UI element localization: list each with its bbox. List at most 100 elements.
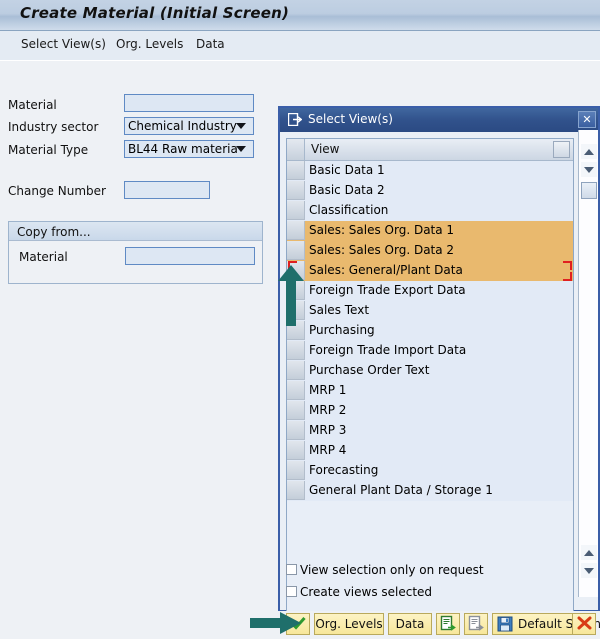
data-button[interactable]: Data: [388, 613, 432, 635]
checkbox-create-views-selected[interactable]: Create views selected: [286, 585, 432, 599]
views-scrollbar[interactable]: [578, 130, 598, 597]
table-row[interactable]: Sales Text: [287, 301, 573, 321]
view-name-label: Foreign Trade Import Data: [309, 343, 466, 357]
view-name-label: General Plant Data / Storage 1: [309, 483, 493, 497]
focus-bracket: [563, 272, 572, 281]
row-selector-cell[interactable]: [287, 481, 305, 500]
scrollbar-thumb[interactable]: [581, 182, 597, 199]
table-row[interactable]: Basic Data 2: [287, 181, 573, 201]
view-name-label: Foreign Trade Export Data: [309, 283, 466, 297]
teal-arrow-right: [250, 612, 302, 634]
menu-item-data[interactable]: Data: [196, 37, 225, 51]
table-row[interactable]: Forecasting: [287, 461, 573, 481]
table-row[interactable]: Sales: General/Plant Data: [287, 261, 573, 281]
view-name-label: Purchasing: [309, 323, 375, 337]
view-name-label: Purchase Order Text: [309, 363, 430, 377]
checkbox-box[interactable]: [286, 564, 297, 575]
table-row[interactable]: Purchasing: [287, 321, 573, 341]
copy-from-group: Copy from... Material: [8, 221, 263, 284]
chevron-down-icon[interactable]: [236, 146, 246, 152]
select-views-dialog: Select View(s) ✕ View Basic Data 1Basic …: [278, 106, 600, 612]
application-window: Create Material (Initial Screen) Select …: [0, 0, 600, 638]
view-name-label: Sales: Sales Org. Data 2: [309, 243, 454, 257]
focus-bracket: [563, 261, 572, 270]
view-name-label: Basic Data 1: [309, 163, 385, 177]
view-name-label: MRP 3: [309, 423, 346, 437]
table-row[interactable]: MRP 1: [287, 381, 573, 401]
views-table: View Basic Data 1 Basic Data 2Classificat…: [286, 138, 574, 628]
select-views-icon: [288, 113, 302, 126]
menu-item-org-levels[interactable]: Org. Levels: [116, 37, 183, 51]
checkbox-box[interactable]: [286, 586, 297, 597]
label-change-number: Change Number: [8, 184, 106, 198]
view-name-label: Sales: Sales Org. Data 1: [309, 223, 454, 237]
view-name-label: Forecasting: [309, 463, 378, 477]
scroll-down-button[interactable]: [581, 162, 597, 177]
red-x-icon: [577, 616, 592, 630]
column-header-view: View: [311, 142, 339, 156]
table-row[interactable]: General Plant Data / Storage 1: [287, 481, 573, 501]
row-selector-cell[interactable]: [287, 241, 305, 260]
copy-from-title: Copy from...: [17, 225, 91, 239]
row-selector-cell[interactable]: [287, 341, 305, 360]
select-all-cell[interactable]: [287, 139, 305, 160]
menu-bar: Select View(s) Org. Levels Data: [0, 31, 600, 61]
label-industry-sector: Industry sector: [8, 120, 98, 134]
label-material-type: Material Type: [8, 143, 88, 157]
checkbox-label: Create views selected: [300, 585, 432, 599]
table-row[interactable]: MRP 4: [287, 441, 573, 461]
page-title: Create Material (Initial Screen): [20, 4, 289, 22]
view-name-label: MRP 2: [309, 403, 346, 417]
close-icon[interactable]: ✕: [578, 111, 596, 128]
view-name-label: Sales: General/Plant Data: [309, 263, 463, 277]
menu-item-select-views[interactable]: Select View(s): [21, 37, 106, 51]
row-selector-cell[interactable]: [287, 201, 305, 220]
views-table-header: View: [287, 139, 573, 161]
teal-arrow-up: [278, 265, 304, 327]
create-views-gray-button[interactable]: [464, 613, 488, 635]
row-selector-cell[interactable]: [287, 441, 305, 460]
document-gray-arrow-icon: [468, 615, 484, 631]
dialog-button-bar: Org. Levels Data Default Sett: [278, 611, 600, 638]
checkbox-label: View selection only on request: [300, 563, 484, 577]
scroll-page-down-button[interactable]: [581, 563, 597, 578]
table-row[interactable]: Foreign Trade Import Data: [287, 341, 573, 361]
document-green-arrow-icon: [440, 615, 456, 631]
row-selector-cell[interactable]: [287, 161, 305, 180]
row-selector-cell[interactable]: [287, 461, 305, 480]
table-row[interactable]: Basic Data 1: [287, 161, 573, 181]
table-row[interactable]: Purchase Order Text: [287, 361, 573, 381]
row-selector-cell[interactable]: [287, 401, 305, 420]
scroll-up-button[interactable]: [581, 144, 597, 159]
view-name-label: Sales Text: [309, 303, 369, 317]
copy-from-material-input[interactable]: [125, 247, 255, 265]
material-type-dropdown[interactable]: BL44 Raw materia: [124, 140, 254, 158]
row-selector-cell[interactable]: [287, 181, 305, 200]
row-selector-cell[interactable]: [287, 421, 305, 440]
table-settings-button[interactable]: [553, 141, 570, 158]
label-copy-from-material: Material: [19, 250, 68, 264]
chevron-down-icon[interactable]: [236, 123, 246, 129]
dialog-title-bar: Select View(s) ✕: [280, 108, 598, 132]
copy-from-header: Copy from...: [9, 222, 262, 241]
view-name-label: MRP 4: [309, 443, 346, 457]
row-selector-cell[interactable]: [287, 221, 305, 240]
scroll-page-up-button[interactable]: [581, 545, 597, 560]
table-row[interactable]: MRP 2: [287, 401, 573, 421]
table-row[interactable]: Foreign Trade Export Data: [287, 281, 573, 301]
change-number-input[interactable]: [124, 181, 210, 199]
checkbox-view-selection-only-on-request[interactable]: View selection only on request: [286, 563, 484, 577]
dialog-title-text: Select View(s): [308, 112, 393, 126]
row-selector-cell[interactable]: [287, 381, 305, 400]
org-levels-button[interactable]: Org. Levels: [314, 613, 384, 635]
cancel-button[interactable]: [572, 613, 596, 635]
table-row[interactable]: Classification: [287, 201, 573, 221]
views-row-list: Basic Data 1 Basic Data 2Classification Sa…: [287, 161, 573, 521]
material-input[interactable]: [124, 94, 254, 112]
table-row[interactable]: Sales: Sales Org. Data 1: [287, 221, 573, 241]
create-views-green-button[interactable]: [436, 613, 460, 635]
industry-sector-dropdown[interactable]: Chemical Industry: [124, 117, 254, 135]
row-selector-cell[interactable]: [287, 361, 305, 380]
table-row[interactable]: MRP 3: [287, 421, 573, 441]
table-row[interactable]: Sales: Sales Org. Data 2: [287, 241, 573, 261]
